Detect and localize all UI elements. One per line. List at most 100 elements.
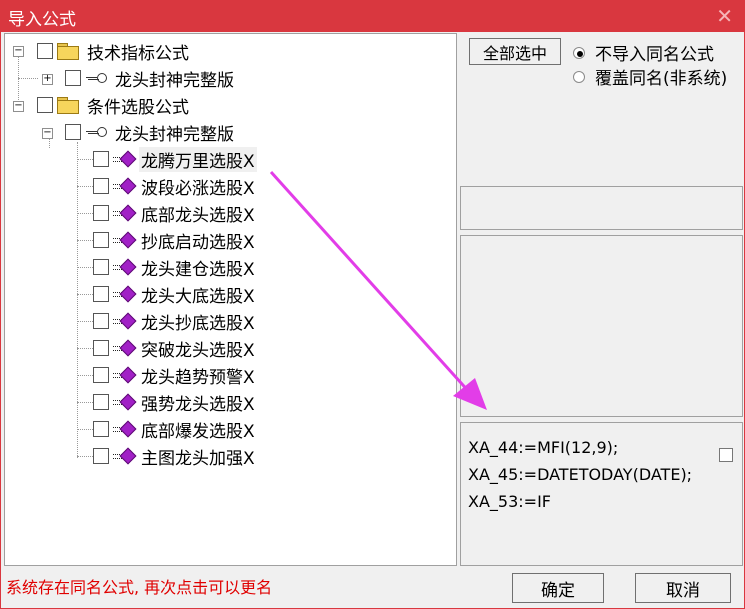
tree-connector <box>77 348 93 349</box>
tree-subgroup[interactable]: 龙头封神完整版 <box>65 119 236 145</box>
formula-icon <box>113 233 135 247</box>
window-title: 导入公式 <box>8 10 76 30</box>
tree-connector <box>77 213 93 214</box>
group-label: 技术指标公式 <box>87 43 189 64</box>
formula-item[interactable]: 龙头建仓选股X <box>93 254 257 280</box>
formula-checkbox[interactable] <box>93 286 109 302</box>
subgroup-checkbox[interactable] <box>65 124 81 140</box>
formula-icon <box>113 422 135 436</box>
formula-label: 强势龙头选股X <box>141 394 255 415</box>
radio-label: 覆盖同名(非系统) <box>595 69 728 89</box>
formula-item[interactable]: 强势龙头选股X <box>93 389 257 415</box>
formula-icon <box>113 341 135 355</box>
formula-checkbox[interactable] <box>93 394 109 410</box>
formula-icon <box>113 449 135 463</box>
collapse-toggle[interactable]: − <box>13 46 24 57</box>
select-all-button[interactable]: 全部选中 <box>469 38 561 65</box>
formula-checkbox[interactable] <box>93 448 109 464</box>
formula-icon <box>113 314 135 328</box>
formula-line: XA_53:=IF <box>468 492 551 511</box>
formula-item[interactable]: 龙腾万里选股X <box>93 146 257 172</box>
radio-overwrite[interactable]: 覆盖同名(非系统) <box>573 64 727 89</box>
tree-connector <box>77 375 93 376</box>
radio-skip-duplicates[interactable]: 不导入同名公式 <box>573 40 714 65</box>
formula-checkbox[interactable] <box>93 178 109 194</box>
tree-connector <box>77 240 93 241</box>
tree-group-screening[interactable]: 条件选股公式 <box>37 92 191 118</box>
key-icon <box>85 126 107 138</box>
tree-subgroup[interactable]: 龙头封神完整版 <box>65 65 236 91</box>
collapse-toggle[interactable]: − <box>13 101 24 112</box>
formula-checkbox[interactable] <box>93 151 109 167</box>
formula-icon <box>113 287 135 301</box>
formula-item[interactable]: 抄底启动选股X <box>93 227 257 253</box>
formula-label: 波段必涨选股X <box>141 178 255 199</box>
formula-item[interactable]: 龙头抄底选股X <box>93 308 257 334</box>
formula-label: 底部爆发选股X <box>141 421 255 442</box>
tree-connector <box>77 159 93 160</box>
formula-item[interactable]: 龙头趋势预警X <box>93 362 257 388</box>
ok-button[interactable]: 确定 <box>512 573 604 603</box>
formula-checkbox[interactable] <box>93 259 109 275</box>
collapse-toggle[interactable]: − <box>42 128 53 139</box>
info-box <box>460 186 743 230</box>
formula-line: XA_44:=MFI(12,9); <box>468 438 619 457</box>
formula-label: 龙头大底选股X <box>141 286 255 307</box>
formula-item[interactable]: 龙头大底选股X <box>93 281 257 307</box>
formula-checkbox[interactable] <box>93 340 109 356</box>
radio-label: 不导入同名公式 <box>595 45 714 65</box>
formula-checkbox[interactable] <box>93 232 109 248</box>
subgroup-label: 龙头封神完整版 <box>115 70 234 91</box>
close-icon[interactable]: ✕ <box>716 4 733 28</box>
description-panel <box>460 235 743 417</box>
formula-item[interactable]: 波段必涨选股X <box>93 173 257 199</box>
formula-label: 底部龙头选股X <box>141 205 255 226</box>
formula-checkbox[interactable] <box>93 313 109 329</box>
formula-icon <box>113 368 135 382</box>
formula-item[interactable]: 底部爆发选股X <box>93 416 257 442</box>
formula-icon <box>113 260 135 274</box>
formula-label: 主图龙头加强X <box>141 448 255 469</box>
group-label: 条件选股公式 <box>87 97 189 118</box>
radio-dot[interactable] <box>573 70 585 83</box>
status-message: 系统存在同名公式, 再次点击可以更名 <box>6 578 273 597</box>
formula-label: 抄底启动选股X <box>141 232 255 253</box>
cancel-button[interactable]: 取消 <box>635 573 731 603</box>
formula-item[interactable]: 底部龙头选股X <box>93 200 257 226</box>
title-bar: 导入公式 ✕ <box>0 0 745 32</box>
tree-connector <box>77 142 78 458</box>
formula-icon <box>113 395 135 409</box>
dialog-body: − 技术指标公式 + 龙头封神完整版 − 条件选股公式 − 龙头封神完整版 龙腾… <box>0 32 745 609</box>
group-checkbox[interactable] <box>37 43 53 59</box>
tree-connector <box>77 402 93 403</box>
folder-icon <box>57 97 79 114</box>
expand-toggle[interactable]: + <box>42 74 53 85</box>
formula-label: 龙头抄底选股X <box>141 313 255 334</box>
tree-connector <box>77 429 93 430</box>
tree-connector <box>77 267 93 268</box>
folder-icon <box>57 43 79 60</box>
formula-item[interactable]: 主图龙头加强X <box>93 443 257 469</box>
formula-checkbox[interactable] <box>93 367 109 383</box>
formula-tree[interactable]: − 技术指标公式 + 龙头封神完整版 − 条件选股公式 − 龙头封神完整版 龙腾… <box>4 33 457 566</box>
subgroup-label: 龙头封神完整版 <box>115 124 234 145</box>
formula-icon <box>113 206 135 220</box>
tree-group-indicators[interactable]: 技术指标公式 <box>37 38 191 64</box>
formula-label: 龙头趋势预警X <box>141 367 255 388</box>
formula-line: XA_45:=DATETODAY(DATE); <box>468 465 693 484</box>
group-checkbox[interactable] <box>37 97 53 113</box>
formula-icon <box>113 179 135 193</box>
formula-item[interactable]: 突破龙头选股X <box>93 335 257 361</box>
radio-dot-selected[interactable] <box>573 46 585 59</box>
formula-checkbox[interactable] <box>93 421 109 437</box>
tree-connector <box>77 294 93 295</box>
preview-checkbox[interactable] <box>719 448 733 462</box>
formula-icon <box>113 152 135 166</box>
key-icon <box>85 72 107 84</box>
tree-connector <box>77 456 93 457</box>
tree-connector <box>18 78 38 79</box>
formula-label: 龙腾万里选股X <box>139 146 257 172</box>
tree-connector <box>77 186 93 187</box>
formula-checkbox[interactable] <box>93 205 109 221</box>
subgroup-checkbox[interactable] <box>65 70 81 86</box>
